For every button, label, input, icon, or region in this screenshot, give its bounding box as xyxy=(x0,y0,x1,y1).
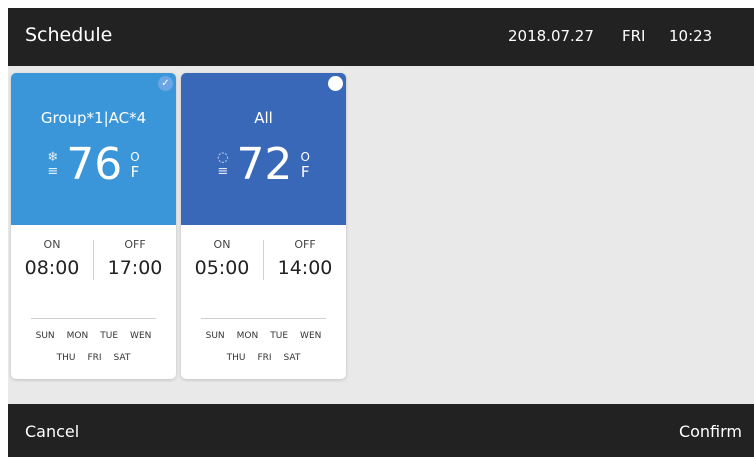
schedule-times: ON 05:00 OFF 14:00 xyxy=(181,238,346,308)
auto-mode-icon: ◌ xyxy=(217,150,229,165)
group-name: All xyxy=(254,109,273,127)
day-label: SUN xyxy=(35,331,55,341)
cancel-button[interactable]: Cancel xyxy=(25,422,79,441)
temperature-display: ❄ ≡ 76 O F xyxy=(11,143,176,187)
day-label: THU xyxy=(56,353,76,363)
schedule-times: ON 08:00 OFF 17:00 xyxy=(11,238,176,308)
off-label: OFF xyxy=(294,238,316,251)
day-label: WEN xyxy=(130,331,152,341)
day-label: MON xyxy=(66,331,89,341)
day-of-week: FRI xyxy=(622,27,646,45)
day-label: FRI xyxy=(87,353,102,363)
off-time: 14:00 xyxy=(277,257,333,279)
header-bar: Schedule 2018.07.27 FRI 10:23 xyxy=(8,8,754,66)
schedule-card-all[interactable]: All ◌ ≡ 72 O F ON 05:00 OFF 14:00 SUN MO… xyxy=(181,73,346,379)
weekday-list: SUN MON TUE WEN THU FRI SAT xyxy=(181,331,346,375)
on-time: 08:00 xyxy=(24,257,80,279)
day-label: THU xyxy=(226,353,246,363)
page-title: Schedule xyxy=(25,24,113,46)
clock-time: 10:23 xyxy=(669,27,713,45)
temperature-unit: F xyxy=(130,163,140,181)
day-label: TUE xyxy=(270,331,289,341)
date-display: 2018.07.27 xyxy=(508,27,594,45)
temperature-unit: F xyxy=(300,163,310,181)
off-time: 17:00 xyxy=(107,257,163,279)
schedule-screen: Schedule 2018.07.27 FRI 10:23 ✓ Group*1|… xyxy=(8,8,754,457)
weekday-list: SUN MON TUE WEN THU FRI SAT xyxy=(11,331,176,375)
day-label: SUN xyxy=(205,331,225,341)
schedule-card-group[interactable]: ✓ Group*1|AC*4 ❄ ≡ 76 O F ON 08:00 OFF 1… xyxy=(11,73,176,379)
day-label: TUE xyxy=(100,331,119,341)
temperature-value: 76 xyxy=(66,139,123,190)
day-label: SAT xyxy=(283,353,301,363)
card-header: ✓ Group*1|AC*4 ❄ ≡ 76 O F xyxy=(11,73,176,225)
footer-bar: Cancel Confirm xyxy=(8,404,754,457)
day-label: SAT xyxy=(113,353,131,363)
day-label: FRI xyxy=(257,353,272,363)
fan-speed-icon: ≡ xyxy=(217,164,229,179)
temperature-value: 72 xyxy=(236,139,293,190)
confirm-button[interactable]: Confirm xyxy=(679,422,742,441)
checkmark-icon[interactable]: ✓ xyxy=(158,76,173,91)
temperature-display: ◌ ≡ 72 O F xyxy=(181,143,346,187)
on-time-column: ON 05:00 xyxy=(181,238,263,279)
snowflake-icon: ❄ xyxy=(47,150,59,165)
group-name: Group*1|AC*4 xyxy=(40,109,147,127)
on-label: ON xyxy=(43,238,61,251)
divider xyxy=(201,318,326,319)
select-circle-icon[interactable] xyxy=(328,76,343,91)
on-time: 05:00 xyxy=(194,257,250,279)
day-label: WEN xyxy=(300,331,322,341)
day-label: MON xyxy=(236,331,259,341)
on-time-column: ON 08:00 xyxy=(11,238,93,279)
off-label: OFF xyxy=(124,238,146,251)
divider xyxy=(31,318,156,319)
card-header: All ◌ ≡ 72 O F xyxy=(181,73,346,225)
on-label: ON xyxy=(213,238,231,251)
fan-speed-icon: ≡ xyxy=(47,164,59,179)
off-time-column: OFF 17:00 xyxy=(94,238,176,279)
off-time-column: OFF 14:00 xyxy=(264,238,346,279)
